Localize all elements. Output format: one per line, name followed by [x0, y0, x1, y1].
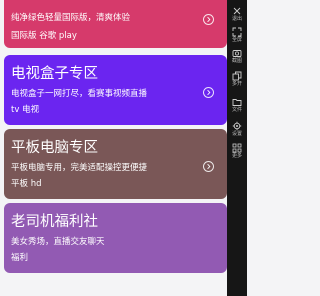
gear-icon: [232, 121, 242, 131]
sidebar-item-fullscreen[interactable]: 全屏: [227, 26, 247, 48]
sidebar-item-label: 设置: [231, 131, 242, 137]
sidebar-item-multi-instance[interactable]: 多开: [227, 70, 247, 92]
category-card-tablet[interactable]: 平板电脑专区 平板电脑专用，完美适配操控更便捷 平板 hd: [4, 129, 227, 199]
card-description: 电视盒子一网打尽，看赛事视频直播: [11, 89, 148, 99]
card-tags: 平板 hd: [11, 179, 42, 189]
card-title: 老司机福利社: [11, 214, 98, 230]
card-tags: tv 电视: [11, 105, 40, 115]
sidebar-item-label: 退出: [231, 16, 242, 22]
category-card-tv-box[interactable]: 电视盒子专区 电视盒子一网打尽，看赛事视频直播 tv 电视: [4, 55, 227, 125]
multi-instance-icon: [232, 71, 242, 81]
sidebar-item-label: 文件: [231, 107, 242, 113]
card-title: 电视盒子专区: [11, 66, 98, 82]
chevron-right-icon[interactable]: [203, 161, 214, 172]
card-description: 纯净绿色轻量国际版，清爽体验: [11, 13, 131, 23]
sidebar-item-exit[interactable]: 退出: [227, 5, 247, 27]
card-description: 美女秀场，直播交友聊天: [11, 237, 105, 247]
exit-icon: [233, 7, 241, 15]
card-title: 平板电脑专区: [11, 140, 98, 156]
sidebar-item-label: 更多: [231, 153, 242, 159]
sidebar-item-files[interactable]: 文件: [227, 96, 247, 118]
sidebar-item-label: 多开: [231, 81, 242, 87]
card-description: 平板电脑专用，完美适配操控更便捷: [11, 163, 148, 173]
fullscreen-icon: [232, 27, 242, 37]
more-icon: [232, 143, 242, 153]
sidebar-item-label: 截图: [231, 58, 242, 64]
screenshot-icon: [232, 50, 242, 57]
category-list: 纯净绿色轻量国际版，清爽体验 国际版 谷歌 play 电视盒子专区 电视盒子一网…: [0, 0, 227, 296]
card-tags: 国际版 谷歌 play: [11, 31, 77, 41]
sidebar-item-settings[interactable]: 设置: [227, 120, 247, 142]
chevron-right-icon[interactable]: [203, 14, 214, 25]
emulator-sidebar: 退出 全屏 截图 多开 文件 设置 更多: [227, 0, 247, 296]
card-tags: 福利: [11, 253, 29, 263]
chevron-right-icon[interactable]: [203, 87, 214, 98]
sidebar-item-screenshot[interactable]: 截图: [227, 47, 247, 69]
sidebar-item-label: 全屏: [231, 37, 242, 43]
folder-icon: [232, 99, 242, 106]
category-card-welfare[interactable]: 老司机福利社 美女秀场，直播交友聊天 福利: [4, 203, 227, 273]
sidebar-item-more[interactable]: 更多: [227, 142, 247, 164]
category-card-international[interactable]: 纯净绿色轻量国际版，清爽体验 国际版 谷歌 play: [4, 0, 227, 48]
